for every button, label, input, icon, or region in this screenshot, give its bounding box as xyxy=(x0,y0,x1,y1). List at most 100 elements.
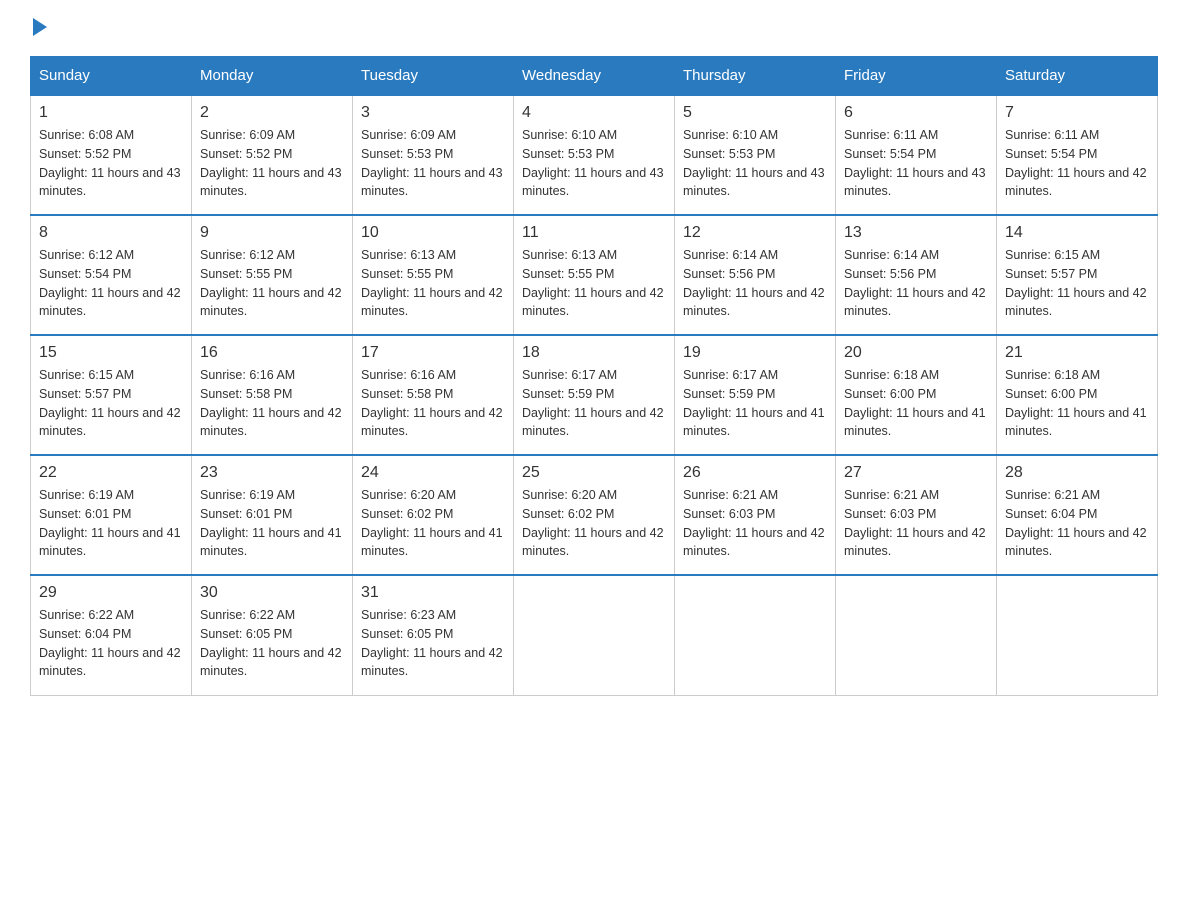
day-number: 9 xyxy=(200,224,344,242)
day-number: 14 xyxy=(1005,224,1149,242)
calendar-cell: 11 Sunrise: 6:13 AM Sunset: 5:55 PM Dayl… xyxy=(514,215,675,335)
day-info: Sunrise: 6:21 AM Sunset: 6:04 PM Dayligh… xyxy=(1005,486,1149,561)
day-number: 16 xyxy=(200,344,344,362)
day-number: 20 xyxy=(844,344,988,362)
calendar-cell: 18 Sunrise: 6:17 AM Sunset: 5:59 PM Dayl… xyxy=(514,335,675,455)
calendar-cell: 3 Sunrise: 6:09 AM Sunset: 5:53 PM Dayli… xyxy=(353,95,514,215)
day-info: Sunrise: 6:23 AM Sunset: 6:05 PM Dayligh… xyxy=(361,606,505,681)
day-info: Sunrise: 6:12 AM Sunset: 5:54 PM Dayligh… xyxy=(39,246,183,321)
day-info: Sunrise: 6:12 AM Sunset: 5:55 PM Dayligh… xyxy=(200,246,344,321)
day-info: Sunrise: 6:09 AM Sunset: 5:52 PM Dayligh… xyxy=(200,126,344,201)
day-number: 28 xyxy=(1005,464,1149,482)
calendar-header-wednesday: Wednesday xyxy=(514,57,675,96)
day-info: Sunrise: 6:10 AM Sunset: 5:53 PM Dayligh… xyxy=(522,126,666,201)
calendar-cell xyxy=(675,575,836,695)
day-number: 5 xyxy=(683,104,827,122)
calendar-cell: 2 Sunrise: 6:09 AM Sunset: 5:52 PM Dayli… xyxy=(192,95,353,215)
calendar-cell: 30 Sunrise: 6:22 AM Sunset: 6:05 PM Dayl… xyxy=(192,575,353,695)
calendar-week-row: 8 Sunrise: 6:12 AM Sunset: 5:54 PM Dayli… xyxy=(31,215,1158,335)
day-number: 8 xyxy=(39,224,183,242)
calendar-week-row: 29 Sunrise: 6:22 AM Sunset: 6:04 PM Dayl… xyxy=(31,575,1158,695)
calendar-week-row: 15 Sunrise: 6:15 AM Sunset: 5:57 PM Dayl… xyxy=(31,335,1158,455)
day-number: 18 xyxy=(522,344,666,362)
day-info: Sunrise: 6:22 AM Sunset: 6:04 PM Dayligh… xyxy=(39,606,183,681)
calendar-cell: 19 Sunrise: 6:17 AM Sunset: 5:59 PM Dayl… xyxy=(675,335,836,455)
day-info: Sunrise: 6:15 AM Sunset: 5:57 PM Dayligh… xyxy=(1005,246,1149,321)
calendar-table: SundayMondayTuesdayWednesdayThursdayFrid… xyxy=(30,56,1158,696)
day-info: Sunrise: 6:17 AM Sunset: 5:59 PM Dayligh… xyxy=(683,366,827,441)
calendar-cell: 17 Sunrise: 6:16 AM Sunset: 5:58 PM Dayl… xyxy=(353,335,514,455)
day-info: Sunrise: 6:20 AM Sunset: 6:02 PM Dayligh… xyxy=(522,486,666,561)
day-number: 19 xyxy=(683,344,827,362)
calendar-cell: 15 Sunrise: 6:15 AM Sunset: 5:57 PM Dayl… xyxy=(31,335,192,455)
day-info: Sunrise: 6:18 AM Sunset: 6:00 PM Dayligh… xyxy=(1005,366,1149,441)
day-info: Sunrise: 6:08 AM Sunset: 5:52 PM Dayligh… xyxy=(39,126,183,201)
day-info: Sunrise: 6:19 AM Sunset: 6:01 PM Dayligh… xyxy=(39,486,183,561)
calendar-header-monday: Monday xyxy=(192,57,353,96)
day-info: Sunrise: 6:13 AM Sunset: 5:55 PM Dayligh… xyxy=(522,246,666,321)
calendar-cell: 8 Sunrise: 6:12 AM Sunset: 5:54 PM Dayli… xyxy=(31,215,192,335)
day-info: Sunrise: 6:20 AM Sunset: 6:02 PM Dayligh… xyxy=(361,486,505,561)
calendar-header-sunday: Sunday xyxy=(31,57,192,96)
day-info: Sunrise: 6:17 AM Sunset: 5:59 PM Dayligh… xyxy=(522,366,666,441)
calendar-cell: 7 Sunrise: 6:11 AM Sunset: 5:54 PM Dayli… xyxy=(997,95,1158,215)
day-info: Sunrise: 6:09 AM Sunset: 5:53 PM Dayligh… xyxy=(361,126,505,201)
calendar-cell xyxy=(997,575,1158,695)
calendar-cell: 27 Sunrise: 6:21 AM Sunset: 6:03 PM Dayl… xyxy=(836,455,997,575)
day-number: 11 xyxy=(522,224,666,242)
day-info: Sunrise: 6:13 AM Sunset: 5:55 PM Dayligh… xyxy=(361,246,505,321)
calendar-week-row: 1 Sunrise: 6:08 AM Sunset: 5:52 PM Dayli… xyxy=(31,95,1158,215)
calendar-header-friday: Friday xyxy=(836,57,997,96)
day-info: Sunrise: 6:15 AM Sunset: 5:57 PM Dayligh… xyxy=(39,366,183,441)
day-info: Sunrise: 6:10 AM Sunset: 5:53 PM Dayligh… xyxy=(683,126,827,201)
day-info: Sunrise: 6:18 AM Sunset: 6:00 PM Dayligh… xyxy=(844,366,988,441)
calendar-header-tuesday: Tuesday xyxy=(353,57,514,96)
calendar-cell: 29 Sunrise: 6:22 AM Sunset: 6:04 PM Dayl… xyxy=(31,575,192,695)
day-number: 3 xyxy=(361,104,505,122)
day-number: 7 xyxy=(1005,104,1149,122)
day-number: 17 xyxy=(361,344,505,362)
day-number: 2 xyxy=(200,104,344,122)
day-number: 4 xyxy=(522,104,666,122)
calendar-cell: 13 Sunrise: 6:14 AM Sunset: 5:56 PM Dayl… xyxy=(836,215,997,335)
logo-arrow-icon xyxy=(33,18,47,36)
calendar-cell xyxy=(836,575,997,695)
day-info: Sunrise: 6:11 AM Sunset: 5:54 PM Dayligh… xyxy=(844,126,988,201)
calendar-cell: 25 Sunrise: 6:20 AM Sunset: 6:02 PM Dayl… xyxy=(514,455,675,575)
day-info: Sunrise: 6:19 AM Sunset: 6:01 PM Dayligh… xyxy=(200,486,344,561)
calendar-header-saturday: Saturday xyxy=(997,57,1158,96)
calendar-cell: 1 Sunrise: 6:08 AM Sunset: 5:52 PM Dayli… xyxy=(31,95,192,215)
logo xyxy=(30,20,47,36)
day-number: 24 xyxy=(361,464,505,482)
calendar-cell: 24 Sunrise: 6:20 AM Sunset: 6:02 PM Dayl… xyxy=(353,455,514,575)
day-number: 23 xyxy=(200,464,344,482)
day-info: Sunrise: 6:11 AM Sunset: 5:54 PM Dayligh… xyxy=(1005,126,1149,201)
calendar-cell: 10 Sunrise: 6:13 AM Sunset: 5:55 PM Dayl… xyxy=(353,215,514,335)
day-info: Sunrise: 6:16 AM Sunset: 5:58 PM Dayligh… xyxy=(200,366,344,441)
day-info: Sunrise: 6:16 AM Sunset: 5:58 PM Dayligh… xyxy=(361,366,505,441)
day-number: 27 xyxy=(844,464,988,482)
day-info: Sunrise: 6:14 AM Sunset: 5:56 PM Dayligh… xyxy=(683,246,827,321)
day-number: 25 xyxy=(522,464,666,482)
calendar-cell: 26 Sunrise: 6:21 AM Sunset: 6:03 PM Dayl… xyxy=(675,455,836,575)
day-number: 6 xyxy=(844,104,988,122)
day-number: 22 xyxy=(39,464,183,482)
day-number: 31 xyxy=(361,584,505,602)
calendar-cell: 12 Sunrise: 6:14 AM Sunset: 5:56 PM Dayl… xyxy=(675,215,836,335)
calendar-cell: 21 Sunrise: 6:18 AM Sunset: 6:00 PM Dayl… xyxy=(997,335,1158,455)
calendar-header-row: SundayMondayTuesdayWednesdayThursdayFrid… xyxy=(31,57,1158,96)
calendar-week-row: 22 Sunrise: 6:19 AM Sunset: 6:01 PM Dayl… xyxy=(31,455,1158,575)
day-number: 10 xyxy=(361,224,505,242)
day-number: 26 xyxy=(683,464,827,482)
day-number: 12 xyxy=(683,224,827,242)
day-number: 1 xyxy=(39,104,183,122)
day-number: 21 xyxy=(1005,344,1149,362)
calendar-cell: 20 Sunrise: 6:18 AM Sunset: 6:00 PM Dayl… xyxy=(836,335,997,455)
calendar-cell: 23 Sunrise: 6:19 AM Sunset: 6:01 PM Dayl… xyxy=(192,455,353,575)
day-info: Sunrise: 6:14 AM Sunset: 5:56 PM Dayligh… xyxy=(844,246,988,321)
day-number: 13 xyxy=(844,224,988,242)
calendar-cell xyxy=(514,575,675,695)
calendar-cell: 16 Sunrise: 6:16 AM Sunset: 5:58 PM Dayl… xyxy=(192,335,353,455)
calendar-header-thursday: Thursday xyxy=(675,57,836,96)
page-header xyxy=(30,20,1158,36)
